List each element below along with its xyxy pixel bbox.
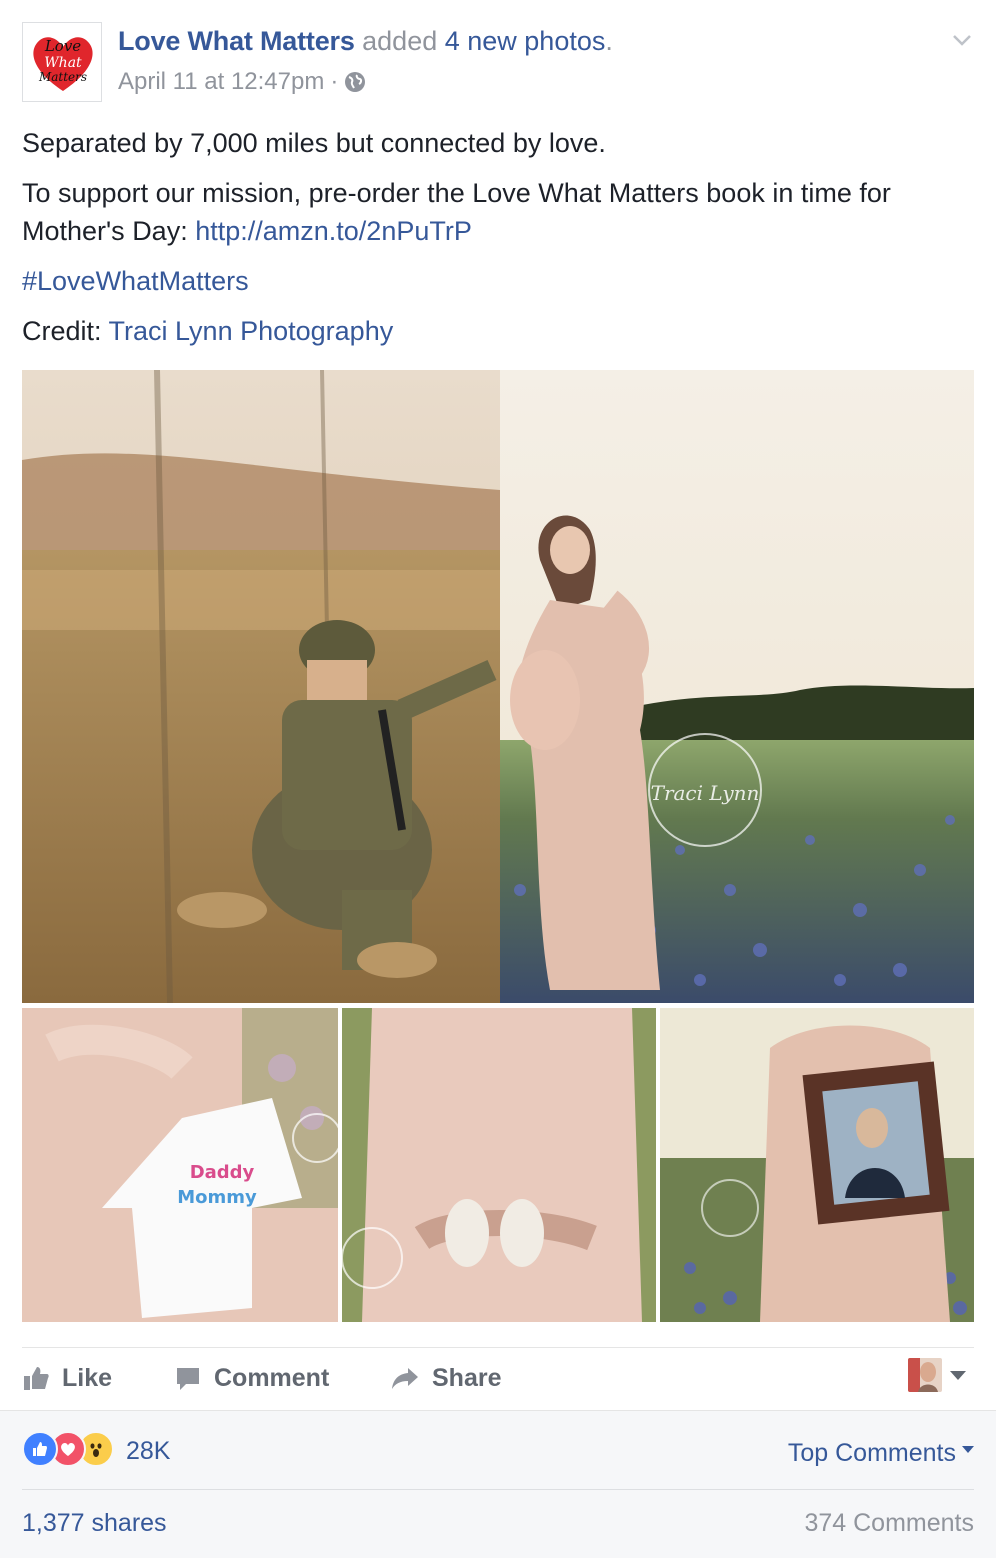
stats-row: 1,377 shares 374 Comments — [22, 1509, 974, 1543]
onesie-photo[interactable]: Daddy Mommy — [22, 1008, 338, 1322]
new-photos-link[interactable]: 4 new photos — [445, 26, 606, 56]
svg-text:Love: Love — [44, 37, 81, 55]
like-reaction-icon — [22, 1431, 58, 1467]
action-bar: Like Comment Share — [22, 1347, 974, 1409]
comment-button[interactable]: Comment — [174, 1362, 329, 1394]
shares-count-link[interactable]: 1,377 shares — [22, 1509, 167, 1538]
love-what-matters-logo-icon: Love What Matters — [23, 23, 101, 101]
post-text: Separated by 7,000 miles but connected b… — [22, 124, 974, 362]
top-comments-dropdown[interactable]: Top Comments — [788, 1439, 974, 1468]
svg-text:Daddy: Daddy — [190, 1162, 255, 1183]
hashtag-line: #LoveWhatMatters — [22, 262, 974, 300]
period: . — [605, 26, 613, 56]
share-arrow-icon — [392, 1368, 418, 1389]
page-avatar[interactable]: Love What Matters — [22, 22, 102, 102]
post-as-selector[interactable] — [908, 1358, 966, 1392]
share-button[interactable]: Share — [390, 1362, 501, 1394]
chevron-down-icon — [950, 1370, 966, 1380]
post-line-2: To support our mission, pre-order the Lo… — [22, 174, 974, 250]
reaction-icons[interactable] — [22, 1431, 114, 1467]
reaction-count[interactable]: 28K — [126, 1437, 170, 1466]
svg-text:Mommy: Mommy — [177, 1187, 257, 1208]
timestamp-link[interactable]: April 11 at 12:47pm — [118, 68, 324, 96]
baby-shoes-photo[interactable] — [342, 1008, 656, 1322]
caret-down-icon — [962, 1446, 974, 1453]
thumbs-up-icon — [24, 1367, 49, 1390]
comment-icon — [177, 1368, 199, 1390]
credit-label: Credit: — [22, 316, 109, 346]
added-text: added — [354, 26, 445, 56]
post-line-1: Separated by 7,000 miles but connected b… — [22, 128, 606, 158]
comments-count-link[interactable]: 374 Comments — [804, 1509, 974, 1538]
watermark-text: Traci Lynn — [651, 781, 760, 805]
post-meta: April 11 at 12:47pm · — [118, 68, 366, 96]
reactions-section: 28K Top Comments 1,377 shares 374 Commen… — [0, 1410, 996, 1558]
comment-label: Comment — [214, 1363, 330, 1392]
reactions-row: 28K Top Comments — [22, 1431, 974, 1471]
meta-separator: · — [330, 68, 339, 95]
amazon-link[interactable]: http://amzn.to/2nPuTrP — [195, 216, 472, 246]
top-comments-label: Top Comments — [787, 1439, 956, 1467]
share-label: Share — [432, 1363, 502, 1392]
credit-line: Credit: Traci Lynn Photography — [22, 312, 974, 350]
header-title: Love What Matters added 4 new photos. — [118, 26, 613, 57]
globe-icon[interactable] — [344, 71, 366, 93]
chevron-down-icon[interactable] — [950, 28, 974, 52]
soldier-kneeling-photo[interactable] — [22, 370, 500, 1003]
framed-portrait-photo[interactable] — [660, 1008, 974, 1322]
svg-text:Matters: Matters — [38, 70, 87, 84]
viewer-avatar — [908, 1358, 942, 1392]
hashtag-link[interactable]: #LoveWhatMatters — [22, 266, 249, 296]
post-header: Love What Matters Love What Matters adde… — [22, 22, 974, 102]
pregnant-woman-field-photo[interactable]: Traci Lynn — [500, 370, 974, 1003]
divider — [22, 1489, 974, 1490]
page-name-link[interactable]: Love What Matters — [118, 26, 355, 56]
credit-link[interactable]: Traci Lynn Photography — [109, 316, 394, 346]
like-button[interactable]: Like — [22, 1362, 112, 1394]
svg-text:What: What — [44, 55, 82, 71]
like-label: Like — [62, 1363, 113, 1392]
